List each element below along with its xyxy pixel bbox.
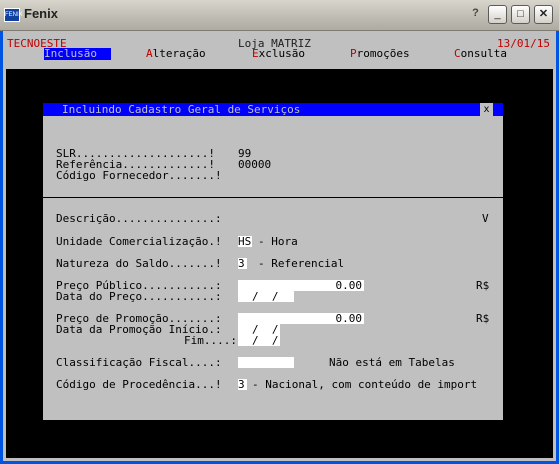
unidade-description: - Hora <box>258 235 298 248</box>
help-button[interactable]: ? <box>466 5 485 24</box>
cadastro-servicos-dialog: Incluindo Cadastro Geral de Serviços x S… <box>42 102 504 421</box>
unidade-label: Unidade Comercialização.! <box>56 235 222 248</box>
fim-label: Fim....: <box>184 334 237 347</box>
classificacao-fiscal-input[interactable] <box>238 357 294 368</box>
data-promocao-fim-input[interactable]: / / <box>238 335 280 347</box>
maximize-button[interactable]: □ <box>511 5 530 24</box>
natureza-input[interactable]: 3 <box>238 258 247 270</box>
menu-item-inclusao[interactable]: Inclusão <box>44 48 111 60</box>
procedencia-label: Código de Procedência...! <box>56 378 222 391</box>
dialog-title: Incluindo Cadastro Geral de Serviços <box>62 103 301 116</box>
minimize-button[interactable]: _ <box>488 5 507 24</box>
classificacao-fiscal-label: Classificação Fiscal....: <box>56 356 222 369</box>
close-button[interactable]: ✕ <box>534 5 553 24</box>
procedencia-input[interactable]: 3 <box>238 379 247 391</box>
natureza-label: Natureza do Saldo.......! <box>56 257 222 270</box>
dialog-title-bar: Incluindo Cadastro Geral de Serviços x <box>43 103 503 116</box>
procedencia-description: - Nacional, com conteúdo de import <box>252 378 478 391</box>
dialog-close-icon[interactable]: x <box>480 103 493 116</box>
classificacao-note: Não está em Tabelas <box>329 356 455 369</box>
section-divider <box>43 197 503 198</box>
data-preco-input[interactable]: / / <box>238 291 294 303</box>
natureza-description: - Referencial <box>258 257 345 270</box>
window-title: Fenix <box>24 6 58 21</box>
currency-label: R$ <box>476 279 490 292</box>
fenix-app-icon[interactable]: FENIX <box>4 8 23 22</box>
menu-item-promocoes[interactable]: Promoções <box>350 48 410 60</box>
codigo-fornecedor-label: Código Fornecedor.......! <box>56 169 222 182</box>
menu-item-exclusao[interactable]: Exclusão <box>252 48 305 60</box>
descricao-label: Descrição...............: <box>56 212 222 225</box>
descricao-dropdown-icon[interactable]: V <box>482 213 489 225</box>
application-window: FENIX Fenix ? _ □ ✕ TECNOESTE Loja MATRI… <box>0 0 559 464</box>
referencia-value: 00000 <box>238 158 272 171</box>
menu-item-alteracao[interactable]: Alteração <box>146 48 206 60</box>
unidade-input[interactable]: HS <box>238 236 252 248</box>
title-bar[interactable]: FENIX Fenix ? _ □ ✕ <box>0 0 559 31</box>
data-preco-label: Data do Preço...........: <box>56 290 222 303</box>
terminal-screen: TECNOESTE Loja MATRIZ 13/01/15 Inclusão … <box>3 31 556 461</box>
currency-label: R$ <box>476 312 490 325</box>
menu-item-consulta[interactable]: Consulta <box>454 48 507 60</box>
